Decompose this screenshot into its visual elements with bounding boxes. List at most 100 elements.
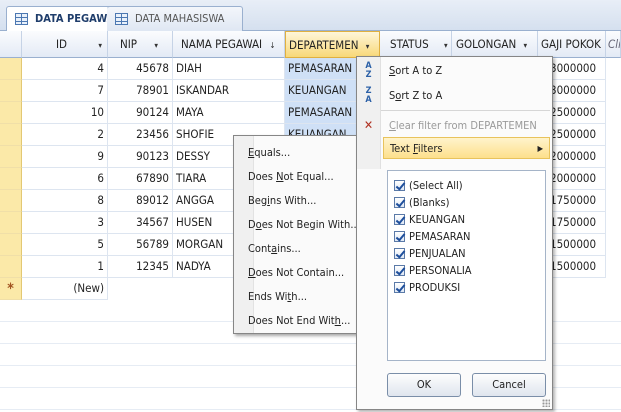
menu-label: oes Not Contain... xyxy=(255,266,345,279)
row-selector[interactable] xyxy=(0,168,22,190)
cell-id[interactable]: 6 xyxy=(22,168,108,190)
row-selector[interactable] xyxy=(0,146,22,168)
dropdown-arrow-icon[interactable]: ▾ xyxy=(524,41,528,50)
column-header-gaji-pokok[interactable]: GAJI POKOK ↓ xyxy=(538,31,606,58)
menu-label: Does xyxy=(248,170,277,183)
cell-nip[interactable]: 45678 xyxy=(108,58,173,80)
menu-label: ns With... xyxy=(269,194,317,207)
column-header-golongan[interactable]: GOLONGAN ▾ xyxy=(452,31,538,58)
dropdown-arrow-icon[interactable]: ▾ xyxy=(98,41,102,50)
select-all-corner[interactable] xyxy=(0,31,22,58)
checkbox-checked-icon[interactable] xyxy=(394,282,405,293)
cell-nip[interactable]: 90124 xyxy=(108,102,173,124)
cell-id[interactable]: 3 xyxy=(22,212,108,234)
checkbox-checked-icon[interactable] xyxy=(394,180,405,191)
text-filters-item[interactable]: Text Filters ▶ xyxy=(383,137,550,159)
new-record-marker[interactable]: * xyxy=(0,278,22,300)
cancel-button[interactable]: Cancel xyxy=(472,373,546,397)
filter-value-checkbox[interactable]: PENJUALAN xyxy=(394,246,465,261)
text-filter-option[interactable]: Equals... xyxy=(248,142,290,164)
column-label: NAMA PEGAWAI xyxy=(181,37,263,51)
menu-label: ot Equal... xyxy=(283,170,334,183)
dropdown-arrow-icon[interactable]: ▾ xyxy=(444,41,448,50)
row-selector[interactable] xyxy=(0,124,22,146)
checkbox-label: (Select All) xyxy=(409,179,463,192)
text-filter-option[interactable]: Begins With... xyxy=(248,190,316,212)
row-selector[interactable] xyxy=(0,190,22,212)
cell-id[interactable]: 2 xyxy=(22,124,108,146)
menu-label: Does Not End Wit xyxy=(248,314,335,327)
table-icon xyxy=(15,13,28,25)
accelerator-letter: C xyxy=(389,119,396,132)
filter-values-list[interactable]: (Select All) (Blanks) KEUANGAN PEMASARAN PEN… xyxy=(387,170,546,361)
cell-id[interactable]: 5 xyxy=(22,234,108,256)
filter-value-checkbox[interactable]: PRODUKSI xyxy=(394,280,460,295)
sort-descending-icon[interactable]: ↓ xyxy=(269,41,275,50)
dropdown-arrow-icon[interactable]: ▾ xyxy=(154,41,158,50)
column-header-add-new[interactable]: Cli xyxy=(606,31,621,58)
filter-value-checkbox[interactable]: PEMASARAN xyxy=(394,229,470,244)
row-selector[interactable] xyxy=(0,212,22,234)
column-label: GAJI POKOK xyxy=(541,37,601,51)
row-selector[interactable] xyxy=(0,256,22,278)
text-filter-option[interactable]: Does Not Equal... xyxy=(248,166,334,188)
clear-filter-icon: ✕ xyxy=(363,118,374,132)
text-filter-option[interactable]: Ends With... xyxy=(248,286,307,308)
checkbox-label: (Blanks) xyxy=(409,196,450,209)
cell-nip[interactable]: 56789 xyxy=(108,234,173,256)
cell-nama-pegawai[interactable]: ISKANDAR xyxy=(173,80,285,102)
row-selector[interactable] xyxy=(0,58,22,80)
filter-value-checkbox[interactable]: (Select All) xyxy=(394,178,463,193)
dropdown-arrow-icon[interactable]: ▾ xyxy=(366,42,370,51)
cell-nip[interactable]: 23456 xyxy=(108,124,173,146)
row-selector[interactable] xyxy=(0,80,22,102)
cell-nama-pegawai[interactable]: MAYA xyxy=(173,102,285,124)
menu-label: lear filter from DEPARTEMEN xyxy=(395,119,537,132)
clear-filter-item[interactable]: Clear filter from DEPARTEMEN xyxy=(389,115,537,137)
row-selector[interactable] xyxy=(0,234,22,256)
new-record-cell[interactable]: (New) xyxy=(22,278,108,300)
accelerator-letter: D xyxy=(248,266,256,279)
column-header-nama-pegawai[interactable]: NAMA PEGAWAI ↓ xyxy=(173,31,285,58)
filter-value-checkbox[interactable]: KEUANGAN xyxy=(394,212,465,227)
column-label: DEPARTEMEN xyxy=(289,38,359,52)
column-label: STATUS xyxy=(390,37,429,51)
sort-a-to-z-item[interactable]: Sort A to Z xyxy=(389,60,442,82)
cell-nip[interactable]: 67890 xyxy=(108,168,173,190)
column-header-id[interactable]: ID ▾ xyxy=(22,31,108,58)
column-header-nip[interactable]: NIP ▾ xyxy=(108,31,173,58)
checkbox-checked-icon[interactable] xyxy=(394,248,405,259)
text-filter-option[interactable]: Does Not Begin With... xyxy=(248,214,360,236)
cell-nip[interactable]: 34567 xyxy=(108,212,173,234)
cell-id[interactable]: 4 xyxy=(22,58,108,80)
checkbox-label: KEUANGAN xyxy=(409,213,465,226)
cell-id[interactable]: 10 xyxy=(22,102,108,124)
cell-id[interactable]: 8 xyxy=(22,190,108,212)
tab-data-mahasiswa[interactable]: DATA MAHASISWA xyxy=(107,6,244,31)
checkbox-checked-icon[interactable] xyxy=(394,231,405,242)
cell-nip[interactable]: 12345 xyxy=(108,256,173,278)
menu-label: ort A to Z xyxy=(395,64,443,77)
cell-nip[interactable]: 89012 xyxy=(108,190,173,212)
checkbox-checked-icon[interactable] xyxy=(394,265,405,276)
cell-id[interactable]: 9 xyxy=(22,146,108,168)
cell-id[interactable]: 7 xyxy=(22,80,108,102)
row-selector[interactable] xyxy=(0,102,22,124)
resize-grip-icon[interactable] xyxy=(542,399,550,407)
menu-label: Cont xyxy=(248,242,272,255)
cell-id[interactable]: 1 xyxy=(22,256,108,278)
checkbox-checked-icon[interactable] xyxy=(394,197,405,208)
cell-nama-pegawai[interactable]: DIAH xyxy=(173,58,285,80)
ok-button[interactable]: OK xyxy=(387,373,461,397)
filter-value-checkbox[interactable]: PERSONALIA xyxy=(394,263,472,278)
text-filter-option[interactable]: Does Not Contain... xyxy=(248,262,344,284)
sort-z-to-a-item[interactable]: Sort Z to A xyxy=(389,85,442,107)
text-filter-option[interactable]: Contains... xyxy=(248,238,301,260)
filter-value-checkbox[interactable]: (Blanks) xyxy=(394,195,450,210)
text-filter-option[interactable]: Does Not End With... xyxy=(248,310,350,332)
column-header-status[interactable]: STATUS ▾ xyxy=(380,31,452,58)
checkbox-checked-icon[interactable] xyxy=(394,214,405,225)
column-header-departemen[interactable]: DEPARTEMEN ▾ xyxy=(285,31,380,58)
cell-nip[interactable]: 78901 xyxy=(108,80,173,102)
cell-nip[interactable]: 90123 xyxy=(108,146,173,168)
